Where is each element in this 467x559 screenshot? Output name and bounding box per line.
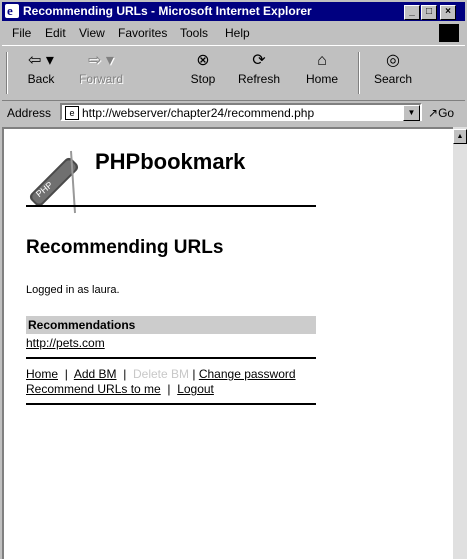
recommended-url-link[interactable]: http://pets.com xyxy=(26,336,105,350)
search-icon: ◎ xyxy=(386,52,400,69)
site-brand: PHPbookmark xyxy=(95,149,246,174)
window-title: Recommending URLs - Microsoft Internet E… xyxy=(23,4,312,18)
ie-app-icon: e xyxy=(5,3,19,18)
close-button[interactable]: × xyxy=(440,5,456,20)
nav-separator: | xyxy=(64,367,68,381)
nav-separator: | xyxy=(192,367,196,381)
nav-row-1: Home | Add BM | Delete BM | Change passw… xyxy=(26,367,296,381)
address-input[interactable]: e http://webserver/chapter24/recommend.p… xyxy=(60,103,422,121)
home-icon: ⌂ xyxy=(317,52,327,69)
nav-recommend-link[interactable]: Recommend URLs to me xyxy=(26,382,161,396)
address-label: Address xyxy=(7,106,52,120)
menu-favorites[interactable]: Favorites xyxy=(118,26,167,40)
browser-window: e Recommending URLs - Microsoft Internet… xyxy=(0,0,467,559)
back-arrow-icon: ⇦ ▾ xyxy=(28,52,54,69)
menu-tools[interactable]: Tools xyxy=(180,26,208,40)
page-content: PHP PHPbookmark Recommending URLs Logged… xyxy=(2,127,453,559)
menu-edit[interactable]: Edit xyxy=(45,26,66,40)
forward-arrow-icon: ⇨ ▾ xyxy=(88,52,114,69)
windows-logo-icon xyxy=(439,24,459,42)
minimize-button[interactable]: _ xyxy=(404,5,420,20)
go-label: Go xyxy=(438,106,455,120)
title-bar[interactable]: e Recommending URLs - Microsoft Internet… xyxy=(2,2,465,21)
back-button[interactable]: ⇦ ▾ Back xyxy=(16,50,66,86)
stop-button[interactable]: ⊗ Stop xyxy=(178,50,228,86)
page-icon: e xyxy=(65,106,79,120)
refresh-label: Refresh xyxy=(237,72,281,86)
stop-icon: ⊗ xyxy=(196,52,210,69)
maximize-button[interactable]: □ xyxy=(421,5,437,20)
logged-in-status: Logged in as laura. xyxy=(26,284,120,296)
page-title: Recommending URLs xyxy=(26,237,224,258)
nav-home-link[interactable]: Home xyxy=(26,367,58,381)
divider xyxy=(26,357,316,359)
menu-bar: File Edit View Favorites Tools Help xyxy=(2,23,465,43)
nav-add-bm-link[interactable]: Add BM xyxy=(74,367,117,381)
go-button[interactable]: ↗Go xyxy=(428,106,454,120)
divider xyxy=(26,205,316,207)
search-button[interactable]: ◎ Search xyxy=(368,50,418,86)
nav-change-password-link[interactable]: Change password xyxy=(199,367,296,381)
refresh-button[interactable]: ⟳ Refresh xyxy=(234,50,284,86)
standard-toolbar: ⇦ ▾ Back ⇨ ▾ Forward ⊗ Stop ⟳ Refresh ⌂ … xyxy=(2,45,465,101)
home-button[interactable]: ⌂ Home xyxy=(297,50,347,86)
forward-label: Forward xyxy=(78,72,123,86)
stop-label: Stop xyxy=(190,72,216,86)
scroll-up-arrow-icon[interactable]: ▲ xyxy=(453,129,467,144)
menu-file[interactable]: File xyxy=(12,26,31,40)
forward-button[interactable]: ⇨ ▾ Forward xyxy=(76,50,126,86)
toolbar-grip xyxy=(6,52,8,94)
home-label: Home xyxy=(305,72,338,86)
nav-separator: | xyxy=(167,382,171,396)
menu-view[interactable]: View xyxy=(79,26,105,40)
back-label: Back xyxy=(27,72,55,86)
vertical-scrollbar[interactable]: ▲ xyxy=(453,127,467,559)
search-label: Search xyxy=(373,72,413,86)
address-dropdown-button[interactable]: ▼ xyxy=(403,105,420,121)
nav-row-2: Recommend URLs to me | Logout xyxy=(26,382,214,396)
divider xyxy=(26,403,316,405)
toolbar-separator xyxy=(358,52,360,94)
recommendations-header: Recommendations xyxy=(26,316,316,334)
go-arrow-icon: ↗ xyxy=(428,106,439,120)
menu-help[interactable]: Help xyxy=(225,26,250,40)
refresh-icon: ⟳ xyxy=(252,52,266,69)
address-url[interactable]: http://webserver/chapter24/recommend.php xyxy=(82,106,314,120)
address-bar: Address e http://webserver/chapter24/rec… xyxy=(2,101,465,125)
nav-separator: | xyxy=(123,367,127,381)
nav-logout-link[interactable]: Logout xyxy=(177,382,214,396)
nav-delete-bm-disabled: Delete BM xyxy=(132,367,190,381)
